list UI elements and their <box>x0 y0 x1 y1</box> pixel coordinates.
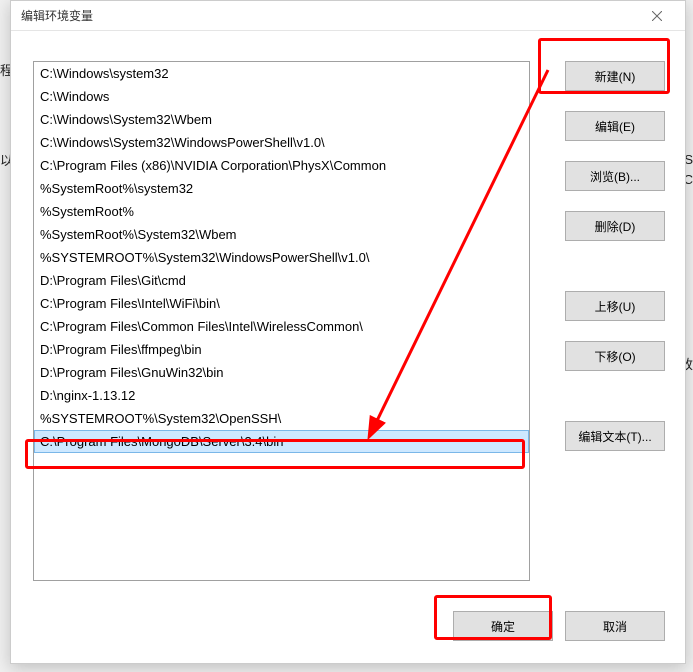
cancel-button[interactable]: 取消 <box>565 611 665 641</box>
edit-button[interactable]: 编辑(E) <box>565 111 665 141</box>
close-icon[interactable] <box>637 2 677 30</box>
list-item[interactable]: C:\Windows\System32\WindowsPowerShell\v1… <box>34 131 529 154</box>
list-item[interactable]: D:\Program Files\ffmpeg\bin <box>34 338 529 361</box>
edit-text-button[interactable]: 编辑文本(T)... <box>565 421 665 451</box>
list-item[interactable]: D:\Program Files\GnuWin32\bin <box>34 361 529 384</box>
list-item[interactable]: C:\Program Files\Common Files\Intel\Wire… <box>34 315 529 338</box>
list-item[interactable]: C:\Program Files\MongoDB\Server\3.4\bin <box>34 430 529 453</box>
titlebar: 编辑环境变量 <box>11 1 685 31</box>
button-column: 新建(N) 编辑(E) 浏览(B)... 删除(D) 上移(U) 下移(O) 编… <box>565 61 665 471</box>
move-up-button[interactable]: 上移(U) <box>565 291 665 321</box>
list-item[interactable]: C:\Windows <box>34 85 529 108</box>
list-item[interactable]: %SystemRoot%\System32\Wbem <box>34 223 529 246</box>
bottom-button-row: 确定 取消 <box>453 611 665 641</box>
ok-button[interactable]: 确定 <box>453 611 553 641</box>
list-item[interactable]: C:\Windows\system32 <box>34 62 529 85</box>
list-item[interactable]: %SYSTEMROOT%\System32\OpenSSH\ <box>34 407 529 430</box>
list-item[interactable]: %SystemRoot%\system32 <box>34 177 529 200</box>
list-item[interactable]: C:\Windows\System32\Wbem <box>34 108 529 131</box>
list-item[interactable]: C:\Program Files (x86)\NVIDIA Corporatio… <box>34 154 529 177</box>
list-item[interactable]: D:\nginx-1.13.12 <box>34 384 529 407</box>
dialog-content: C:\Windows\system32C:\WindowsC:\Windows\… <box>11 31 685 663</box>
dialog-title: 编辑环境变量 <box>21 7 93 24</box>
path-listbox[interactable]: C:\Windows\system32C:\WindowsC:\Windows\… <box>33 61 530 581</box>
list-item[interactable]: %SystemRoot% <box>34 200 529 223</box>
move-down-button[interactable]: 下移(O) <box>565 341 665 371</box>
new-button[interactable]: 新建(N) <box>565 61 665 91</box>
edit-env-variable-dialog: 编辑环境变量 C:\Windows\system32C:\WindowsC:\W… <box>10 0 686 664</box>
delete-button[interactable]: 删除(D) <box>565 211 665 241</box>
list-item[interactable]: D:\Program Files\Git\cmd <box>34 269 529 292</box>
list-item[interactable]: C:\Program Files\Intel\WiFi\bin\ <box>34 292 529 315</box>
list-item[interactable]: %SYSTEMROOT%\System32\WindowsPowerShell\… <box>34 246 529 269</box>
browse-button[interactable]: 浏览(B)... <box>565 161 665 191</box>
